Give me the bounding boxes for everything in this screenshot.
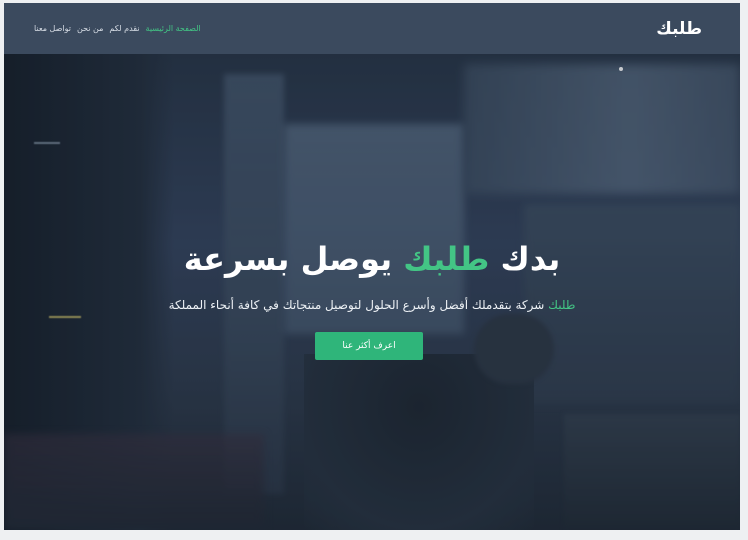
page-frame: الصفحة الرئيسية نقدم لكم من نحن تواصل مع… (4, 3, 740, 530)
hero-title-prefix: بدك (500, 240, 561, 278)
nav-link-contact[interactable]: تواصل معنا (34, 24, 71, 33)
hero-title: بدك طلبك يوصل بسرعة (4, 237, 740, 281)
main-nav: الصفحة الرئيسية نقدم لكم من نحن تواصل مع… (34, 24, 201, 33)
top-navbar: الصفحة الرئيسية نقدم لكم من نحن تواصل مع… (4, 3, 740, 54)
nav-link-home[interactable]: الصفحة الرئيسية (146, 24, 201, 33)
nav-link-services[interactable]: نقدم لكم (109, 24, 139, 33)
hero-content: بدك طلبك يوصل بسرعة طلبك شركة بتقدملك أف… (4, 54, 740, 530)
hero-subtitle: طلبك شركة بتقدملك أفضل وأسرع الحلول لتوص… (4, 295, 740, 315)
site-logo[interactable]: طلبك (656, 19, 702, 39)
hero-subtitle-brand: طلبك (548, 298, 576, 312)
hero-title-suffix: يوصل بسرعة (183, 240, 393, 278)
nav-link-about[interactable]: من نحن (77, 24, 103, 33)
learn-more-button[interactable]: اعرف أكثر عنا (315, 332, 423, 360)
hero-section: بدك طلبك يوصل بسرعة طلبك شركة بتقدملك أف… (4, 54, 740, 530)
hero-title-brand: طلبك (403, 240, 490, 278)
hero-subtitle-text: شركة بتقدملك أفضل وأسرع الحلول لتوصيل من… (168, 298, 545, 312)
